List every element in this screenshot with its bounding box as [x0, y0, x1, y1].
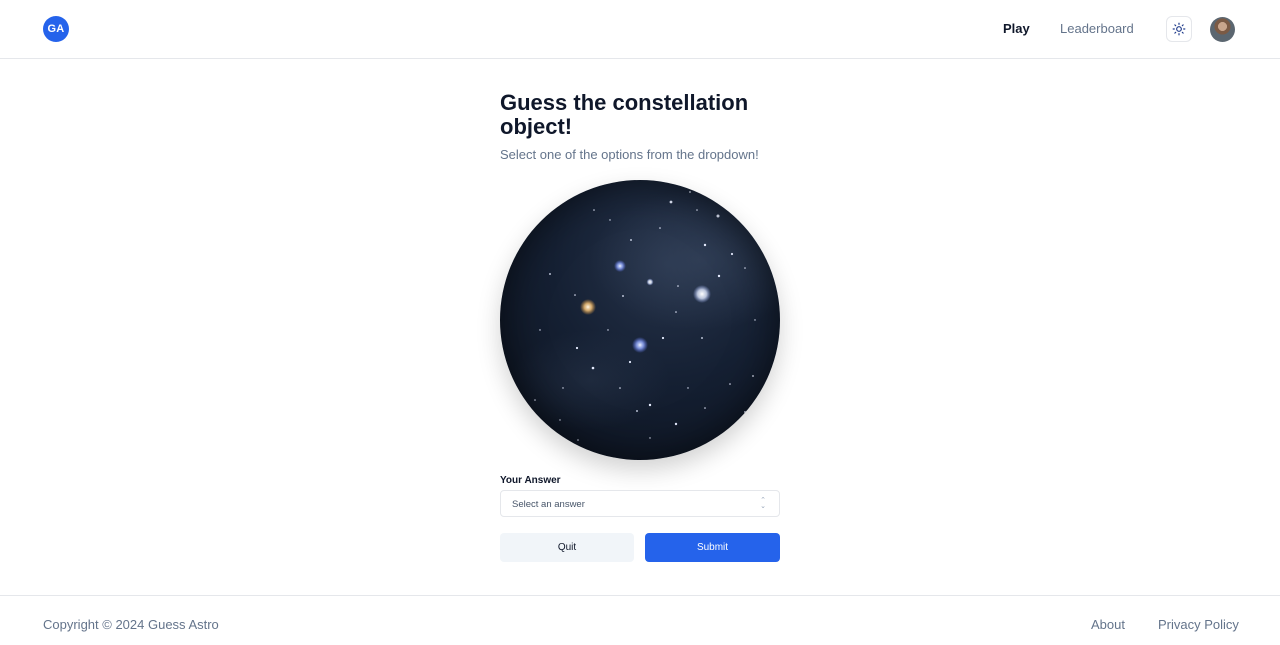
logo[interactable]: GA	[43, 16, 69, 42]
star-field	[510, 190, 780, 441]
answer-select[interactable]: Select an answer ⌃ ⌄	[500, 490, 780, 517]
copyright-text: Copyright © 2024 Guess Astro	[43, 617, 219, 632]
footer-about-link[interactable]: About	[1091, 617, 1125, 632]
nav-play-link[interactable]: Play	[1003, 21, 1030, 36]
theme-toggle-button[interactable]	[1166, 16, 1192, 42]
user-avatar[interactable]	[1210, 17, 1235, 42]
sun-icon	[1172, 22, 1186, 36]
answer-select-placeholder: Select an answer	[512, 499, 585, 510]
chevron-up-down-icon: ⌃ ⌄	[760, 497, 766, 510]
constellation-image	[500, 180, 780, 460]
page-subtitle: Select one of the options from the dropd…	[500, 147, 759, 162]
footer: Copyright © 2024 Guess Astro About Priva…	[0, 595, 1280, 645]
nav-leaderboard-link[interactable]: Leaderboard	[1060, 21, 1134, 36]
top-navbar: GA Play Leaderboard	[0, 0, 1280, 59]
submit-button[interactable]: Submit	[645, 533, 780, 562]
page-title: Guess the constellation object!	[500, 90, 749, 139]
quit-button[interactable]: Quit	[500, 533, 634, 562]
answer-label: Your Answer	[500, 475, 561, 486]
footer-privacy-link[interactable]: Privacy Policy	[1158, 617, 1239, 632]
